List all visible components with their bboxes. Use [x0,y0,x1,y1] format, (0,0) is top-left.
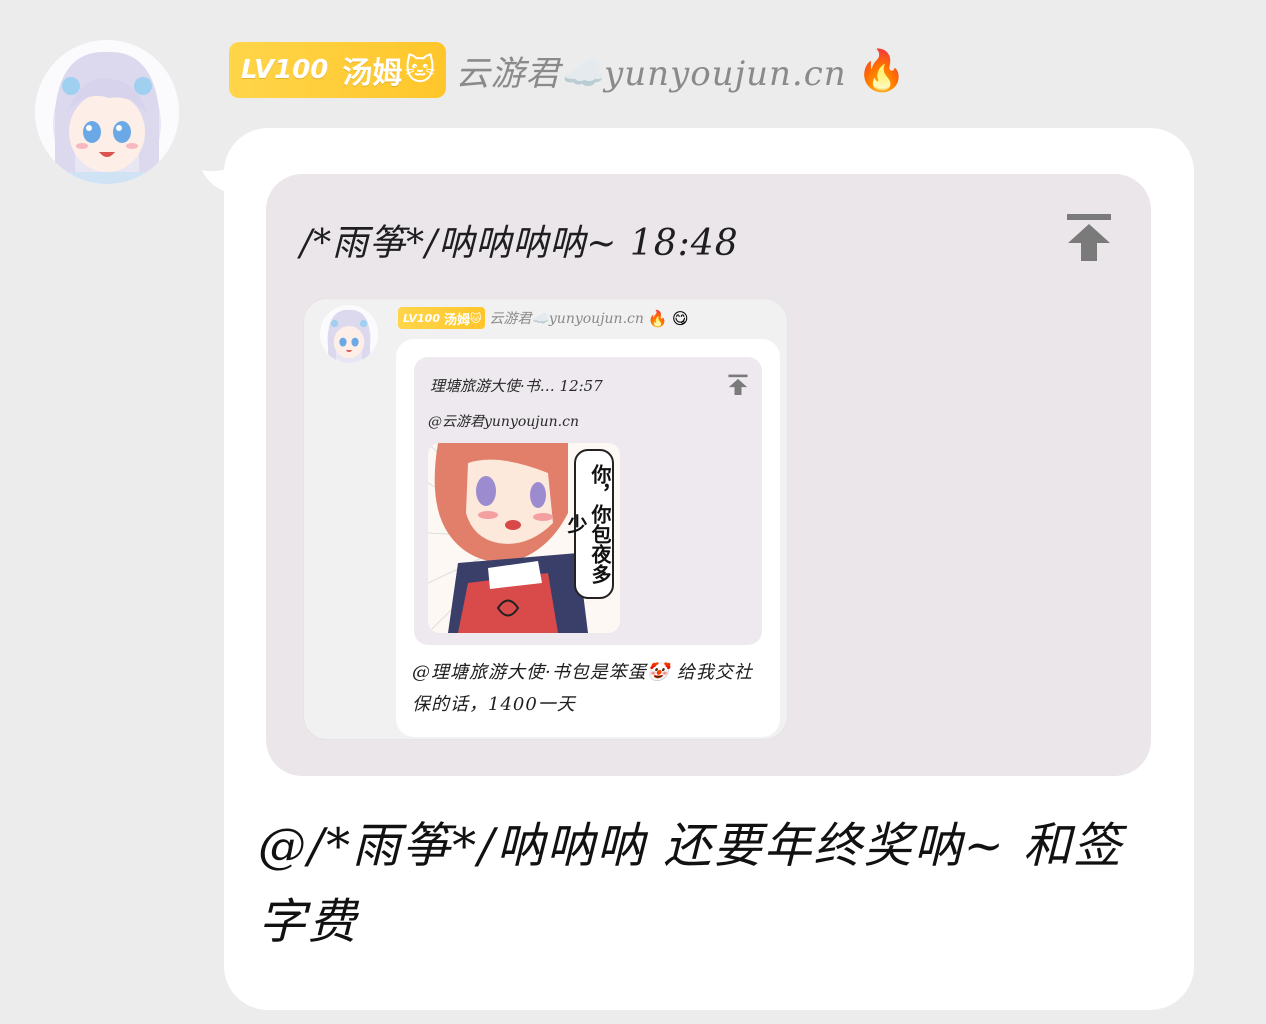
user-avatar[interactable] [35,40,179,184]
nested-sender-header: LV100 汤姆 🐱 云游君☁️yunyoujun.cn 🔥 😋 [398,307,689,329]
message-text: @/*雨筝*/呐呐呐 还要年终奖呐~ 和签字费 [258,818,1124,950]
sender-nickname[interactable]: 云游君☁️yunyoujun.cn [456,46,847,95]
nested-level-badge: LV100 汤姆 🐱 [398,307,486,329]
cat-emoji-icon: 🐱 [404,52,436,88]
nested-smile-emoji-icon: 😋 [671,308,689,328]
level-label: LV100 [241,55,329,85]
fire-emoji-icon: 🔥 [856,47,907,94]
level-badge: LV100 汤姆 🐱 [229,42,446,98]
title-tag: 汤姆 [342,56,403,91]
nested-fire-emoji-icon: 🔥 [647,308,668,328]
meme-speech-text: 你，你包夜多少 [564,449,614,599]
arrow-up-to-top-icon[interactable] [1066,213,1112,263]
reply-header: /*雨筝*/呐呐呐呐~ 18:48 [300,223,739,264]
nested-reply-header: 理塘旅游大使·书… 12:57 [430,377,603,395]
nested-avatar [320,305,378,363]
nested-title-tag: 汤姆 [443,312,470,328]
nested-cat-emoji-icon: 🐱 [470,311,482,325]
nested-reply-mention: @云游君yunyoujun.cn [428,414,579,430]
meme-image: 你，你包夜多少 [428,443,620,633]
nested-level-label: LV100 [403,311,440,325]
quoted-screenshot-image[interactable]: LV100 汤姆 🐱 云游君☁️yunyoujun.cn 🔥 😋 理塘旅游大使·… [303,298,788,740]
nested-arrow-up-to-top-icon [728,374,748,395]
nested-message-text: @理塘旅游大使·书包是笨蛋🤡 给我交社保的话，1400一天 [412,662,753,715]
sender-header: LV100 汤姆 🐱 云游君☁️yunyoujun.cn 🔥 [229,42,906,98]
nested-nickname: 云游君☁️yunyoujun.cn [489,311,644,327]
